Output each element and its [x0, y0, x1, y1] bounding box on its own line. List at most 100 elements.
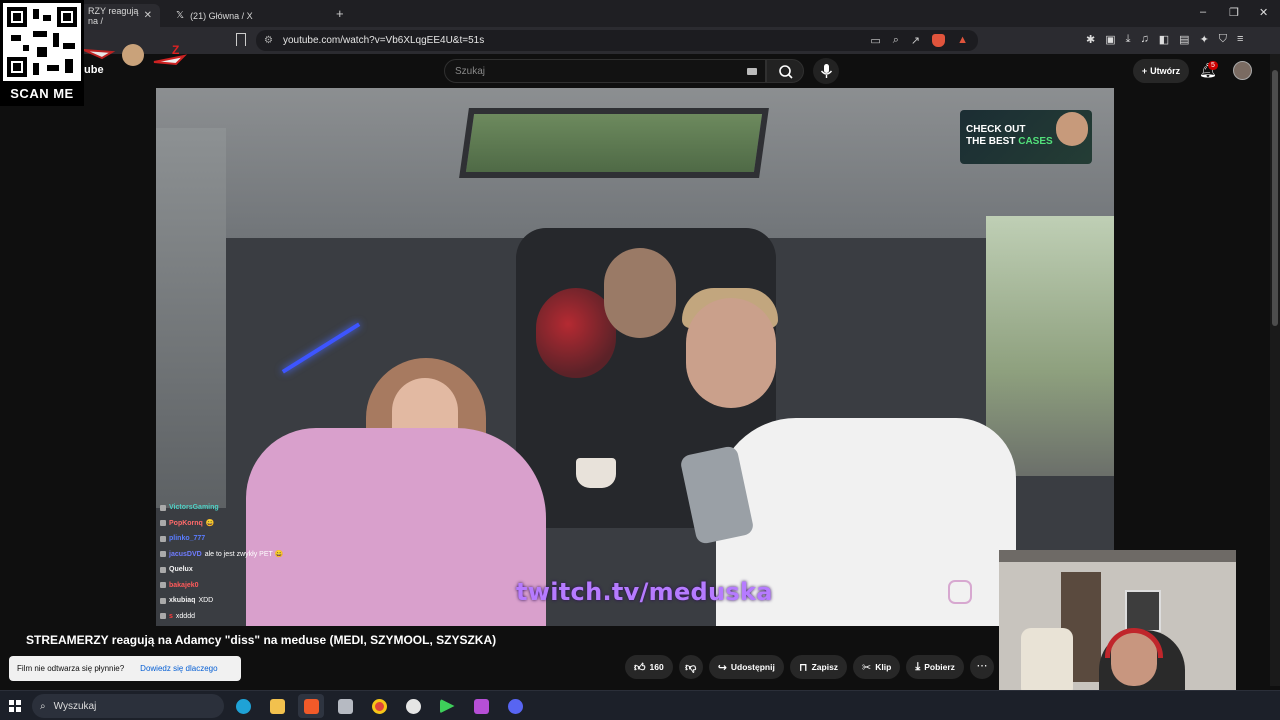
save-button[interactable]: ⊓ Zapisz: [789, 655, 848, 679]
qr-code-overlay: SCAN ME: [0, 0, 84, 106]
create-button[interactable]: + Utwórz: [1133, 59, 1189, 83]
taskbar: ⌕ Wyszukaj: [0, 690, 1280, 720]
media-app-icon[interactable]: [468, 694, 494, 718]
address-bar[interactable]: ⚙ youtube.com/watch?v=Vb6XLqgEE4U&t=51s …: [256, 30, 978, 51]
dislike-button[interactable]: 👎︎: [678, 655, 703, 679]
minimize-button[interactable]: –: [1200, 6, 1206, 18]
chat-username: xkubiaq: [169, 597, 196, 605]
mic-icon: [820, 64, 833, 78]
chat-username: jacusDVD: [169, 550, 202, 558]
promo-banner: CHECK OUT THE BEST CASES: [960, 110, 1092, 164]
chat-message: jacusDVD ale to jest zwykły PET 😄: [160, 547, 360, 563]
address-bar-actions: ▭ ⌕ ↗ ▲: [870, 34, 968, 47]
chat-username: Quelux: [169, 566, 193, 574]
edge-icon[interactable]: [230, 694, 256, 718]
save-label: Zapisz: [811, 662, 839, 672]
like-count: 160: [649, 662, 664, 672]
chat-text: xdddd: [175, 612, 195, 620]
chat-badge-icon: [160, 535, 166, 542]
svg-text:Z: Z: [172, 43, 179, 57]
close-window-button[interactable]: ✕: [1259, 6, 1268, 19]
keyboard-icon[interactable]: [747, 68, 757, 75]
chat-message: xkubiaq XDD: [160, 593, 360, 609]
twitch-url-overlay: twitch.tv/meduska: [516, 578, 773, 606]
menu-icon[interactable]: ≡: [1237, 33, 1243, 46]
taskbar-search[interactable]: ⌕ Wyszukaj: [32, 694, 224, 718]
qr-code-image: [3, 3, 81, 81]
new-tab-button[interactable]: +: [336, 6, 344, 21]
file-explorer-icon[interactable]: [264, 694, 290, 718]
clip-button[interactable]: ✂ Klip: [853, 655, 901, 679]
chat-badge-icon: [160, 520, 166, 527]
extensions-toolbar: ✱ ▣ ⤓ ♫ ◧ ▤ ✦ ⛉ ≡: [1086, 33, 1243, 46]
discord-icon[interactable]: [502, 694, 528, 718]
voice-search-button[interactable]: [813, 58, 839, 84]
search-input[interactable]: Szukaj: [444, 59, 766, 83]
download-icon[interactable]: ⤓: [1126, 33, 1131, 46]
promo-line2: THE BEST CASES: [966, 136, 1053, 147]
media-icon[interactable]: ♫: [1141, 33, 1149, 46]
taskbar-search-placeholder: Wyszukaj: [53, 700, 97, 712]
windows-start-icon[interactable]: [9, 700, 21, 712]
extensions-icon[interactable]: ✱: [1086, 33, 1095, 46]
bookmark-save-icon: ⊓: [798, 660, 808, 674]
chat-message: plinko_777: [160, 531, 360, 547]
download-label: Pobierz: [924, 662, 955, 672]
promo-line1: CHECK OUT: [966, 124, 1026, 135]
tab-label: (21) Główna / X: [190, 10, 253, 21]
search-button[interactable]: [766, 59, 804, 83]
tab-x[interactable]: 𝕏 (21) Główna / X: [168, 4, 328, 27]
chat-badge-icon: [160, 566, 166, 573]
download-arrow-icon: ⤓: [915, 660, 921, 673]
toast-text: Film nie odtwarza się płynnie?: [17, 664, 125, 673]
like-button[interactable]: 👍︎ 160: [625, 655, 673, 679]
chat-username: bakajek0: [169, 581, 199, 589]
app-icon[interactable]: [332, 694, 358, 718]
playback-toast: Film nie odtwarza się płynnie? Dowiedz s…: [9, 656, 241, 681]
steam-icon[interactable]: [400, 694, 426, 718]
play-app-icon[interactable]: [434, 694, 460, 718]
x-logo-icon: 𝕏: [176, 10, 185, 21]
brave-shields-icon[interactable]: [932, 34, 946, 47]
toast-link[interactable]: Dowiedz się dlaczego: [140, 664, 217, 673]
chrome-icon[interactable]: [366, 694, 392, 718]
chat-badge-icon: [160, 504, 166, 511]
qr-scan-label: SCAN ME: [10, 86, 74, 101]
wallet-icon[interactable]: ▤: [1179, 33, 1189, 46]
scissors-icon: ✂: [862, 660, 872, 674]
taskbar-apps: [230, 694, 528, 718]
screenshot-icon[interactable]: ▣: [1105, 33, 1115, 46]
video-actions: 👍︎ 160 👎︎ ↪ Udostępnij ⊓ Zapisz ✂ Klip ⤓…: [625, 655, 964, 679]
bookmark-icon[interactable]: [236, 33, 246, 46]
restore-button[interactable]: ❐: [1229, 6, 1239, 19]
share-icon[interactable]: ↗: [911, 34, 920, 47]
avatar[interactable]: [1233, 61, 1252, 80]
youtube-logo[interactable]: ube: [84, 64, 104, 76]
chat-text: XDD: [198, 597, 214, 605]
chat-message: bakajek0: [160, 578, 360, 594]
share-label: Udostępnij: [730, 662, 775, 672]
vpn-icon[interactable]: ⛉: [1219, 33, 1227, 46]
cast-icon[interactable]: ▭: [870, 34, 880, 47]
stream-chat-overlay: VictorsGaming PopKornq 😄 plinko_777 jacusDVD…: [160, 500, 360, 624]
leo-ai-icon[interactable]: ✦: [1200, 33, 1209, 46]
download-button[interactable]: ⤓ Pobierz: [906, 655, 964, 679]
chat-username: VictorsGaming: [169, 504, 219, 512]
search-icon: [779, 65, 793, 79]
chat-message: Quelux: [160, 562, 360, 578]
tab-close-icon[interactable]: ✕: [144, 10, 152, 21]
zoom-icon[interactable]: ⌕: [893, 34, 899, 47]
chat-badge-icon: [160, 582, 166, 589]
chat-badge-icon: [160, 597, 166, 604]
video-player[interactable]: CHECK OUT THE BEST CASES VictorsGaming Po…: [156, 88, 1114, 626]
sidebar-icon[interactable]: ◧: [1159, 33, 1169, 46]
tab-label: RZY reagują na /: [88, 5, 139, 26]
more-actions-button[interactable]: ⋯: [970, 655, 994, 679]
brave-rewards-icon[interactable]: ▲: [957, 34, 968, 47]
tab-youtube[interactable]: RZY reagują na / ✕: [80, 4, 160, 27]
scrollbar-thumb[interactable]: [1272, 70, 1278, 326]
brave-icon[interactable]: [298, 694, 324, 718]
page-scrollbar[interactable]: [1270, 54, 1280, 686]
share-button[interactable]: ↪ Udostępnij: [708, 655, 784, 679]
site-settings-icon[interactable]: ⚙: [264, 35, 273, 46]
